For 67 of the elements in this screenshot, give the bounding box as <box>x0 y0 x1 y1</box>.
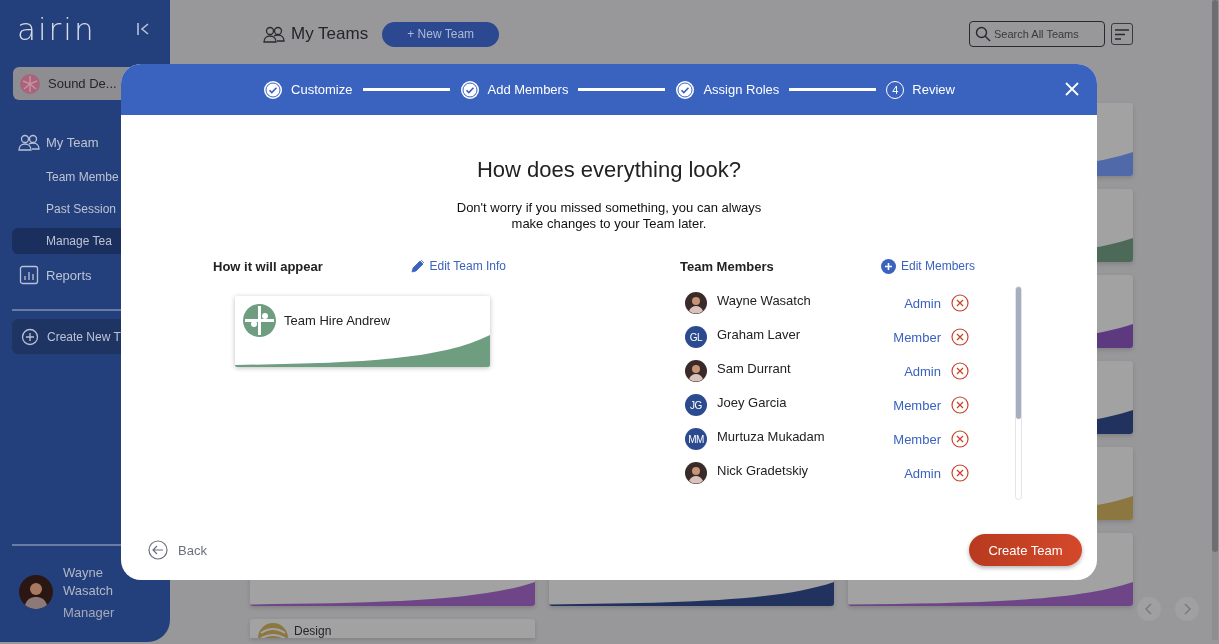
search-icon <box>975 26 991 42</box>
chevron-left-icon <box>1137 597 1161 621</box>
role-link[interactable]: Admin <box>904 465 941 481</box>
member-name: Sam Durrant <box>717 360 792 376</box>
remove-icon[interactable] <box>951 464 969 482</box>
scrollbar[interactable] <box>1212 0 1218 640</box>
member-name: Wayne Wasatch <box>717 292 812 308</box>
avatar <box>685 360 707 382</box>
chevron-right-icon <box>1175 597 1199 621</box>
dialog-title: How does everything look? <box>476 157 742 183</box>
remove-icon[interactable] <box>951 396 969 414</box>
plus-circle-icon <box>880 258 896 274</box>
team-name: Team Hire Andrew <box>284 313 391 328</box>
avatar <box>19 575 53 609</box>
dialog-subtitle: Don't worry if you missed something, you can always make changes to your Team later. <box>455 200 763 232</box>
member-name: Joey Garcia <box>717 394 788 410</box>
people-icon <box>18 132 40 152</box>
new-team-button[interactable]: + New Team <box>382 21 500 47</box>
arrow-left-circle-icon <box>148 540 168 560</box>
remove-icon[interactable] <box>951 362 969 380</box>
step-label: Review <box>912 82 955 97</box>
role-link[interactable]: Member <box>893 329 941 345</box>
create-team-button[interactable]: Create Team <box>969 534 1082 566</box>
remove-icon[interactable] <box>951 328 969 346</box>
search-input[interactable]: Search All Teams <box>994 28 1102 40</box>
nav-item[interactable]: Reports <box>0 259 170 291</box>
team-card[interactable]: Design <box>250 619 535 638</box>
logo: airin <box>17 14 96 44</box>
edit-team-info-link[interactable]: Edit Team Info <box>410 259 506 273</box>
role-link[interactable]: Member <box>893 397 941 413</box>
remove-icon[interactable] <box>951 294 969 312</box>
sort-icon <box>1115 28 1129 40</box>
step-label: Assign Roles <box>703 82 780 97</box>
member-name: Nick Gradetskiy <box>717 462 810 478</box>
team-icon <box>20 73 40 94</box>
chart-icon <box>18 265 40 285</box>
search-field[interactable]: Search All Teams <box>969 21 1105 47</box>
avatar: GL <box>685 326 707 348</box>
page-title: My Teams <box>291 24 369 44</box>
section-heading: How it will appear <box>213 258 323 274</box>
collapse-icon <box>136 22 150 36</box>
avatar: MM <box>685 428 707 450</box>
close-icon[interactable] <box>1065 82 1079 96</box>
team-name: Design <box>294 624 332 638</box>
stripes-icon <box>258 623 288 638</box>
edit-members-link[interactable]: Edit Members <box>880 258 975 274</box>
avatar <box>685 292 707 314</box>
back-button[interactable]: Back <box>148 540 207 560</box>
pencil-icon <box>410 259 425 273</box>
role-link[interactable]: Admin <box>904 363 941 379</box>
people-icon <box>263 25 285 43</box>
member-name: Murtuza Mukadam <box>717 428 826 444</box>
role-link[interactable]: Admin <box>904 295 941 311</box>
nav-item[interactable]: My Team <box>0 126 170 158</box>
remove-icon[interactable] <box>951 430 969 448</box>
role-link[interactable]: Member <box>893 431 941 447</box>
user-name: Wayne Wasatch <box>63 564 115 600</box>
step-label: Customize <box>291 82 353 97</box>
section-heading: Team Members <box>680 258 774 274</box>
avatar <box>685 462 707 484</box>
team-logo-icon <box>243 304 276 337</box>
step-label: Add Members <box>487 82 569 97</box>
plus-circle-icon <box>21 327 39 346</box>
member-name: Graham Laver <box>717 326 802 342</box>
user-role: Manager <box>63 605 116 620</box>
avatar: JG <box>685 394 707 416</box>
sort-button[interactable] <box>1111 23 1133 45</box>
